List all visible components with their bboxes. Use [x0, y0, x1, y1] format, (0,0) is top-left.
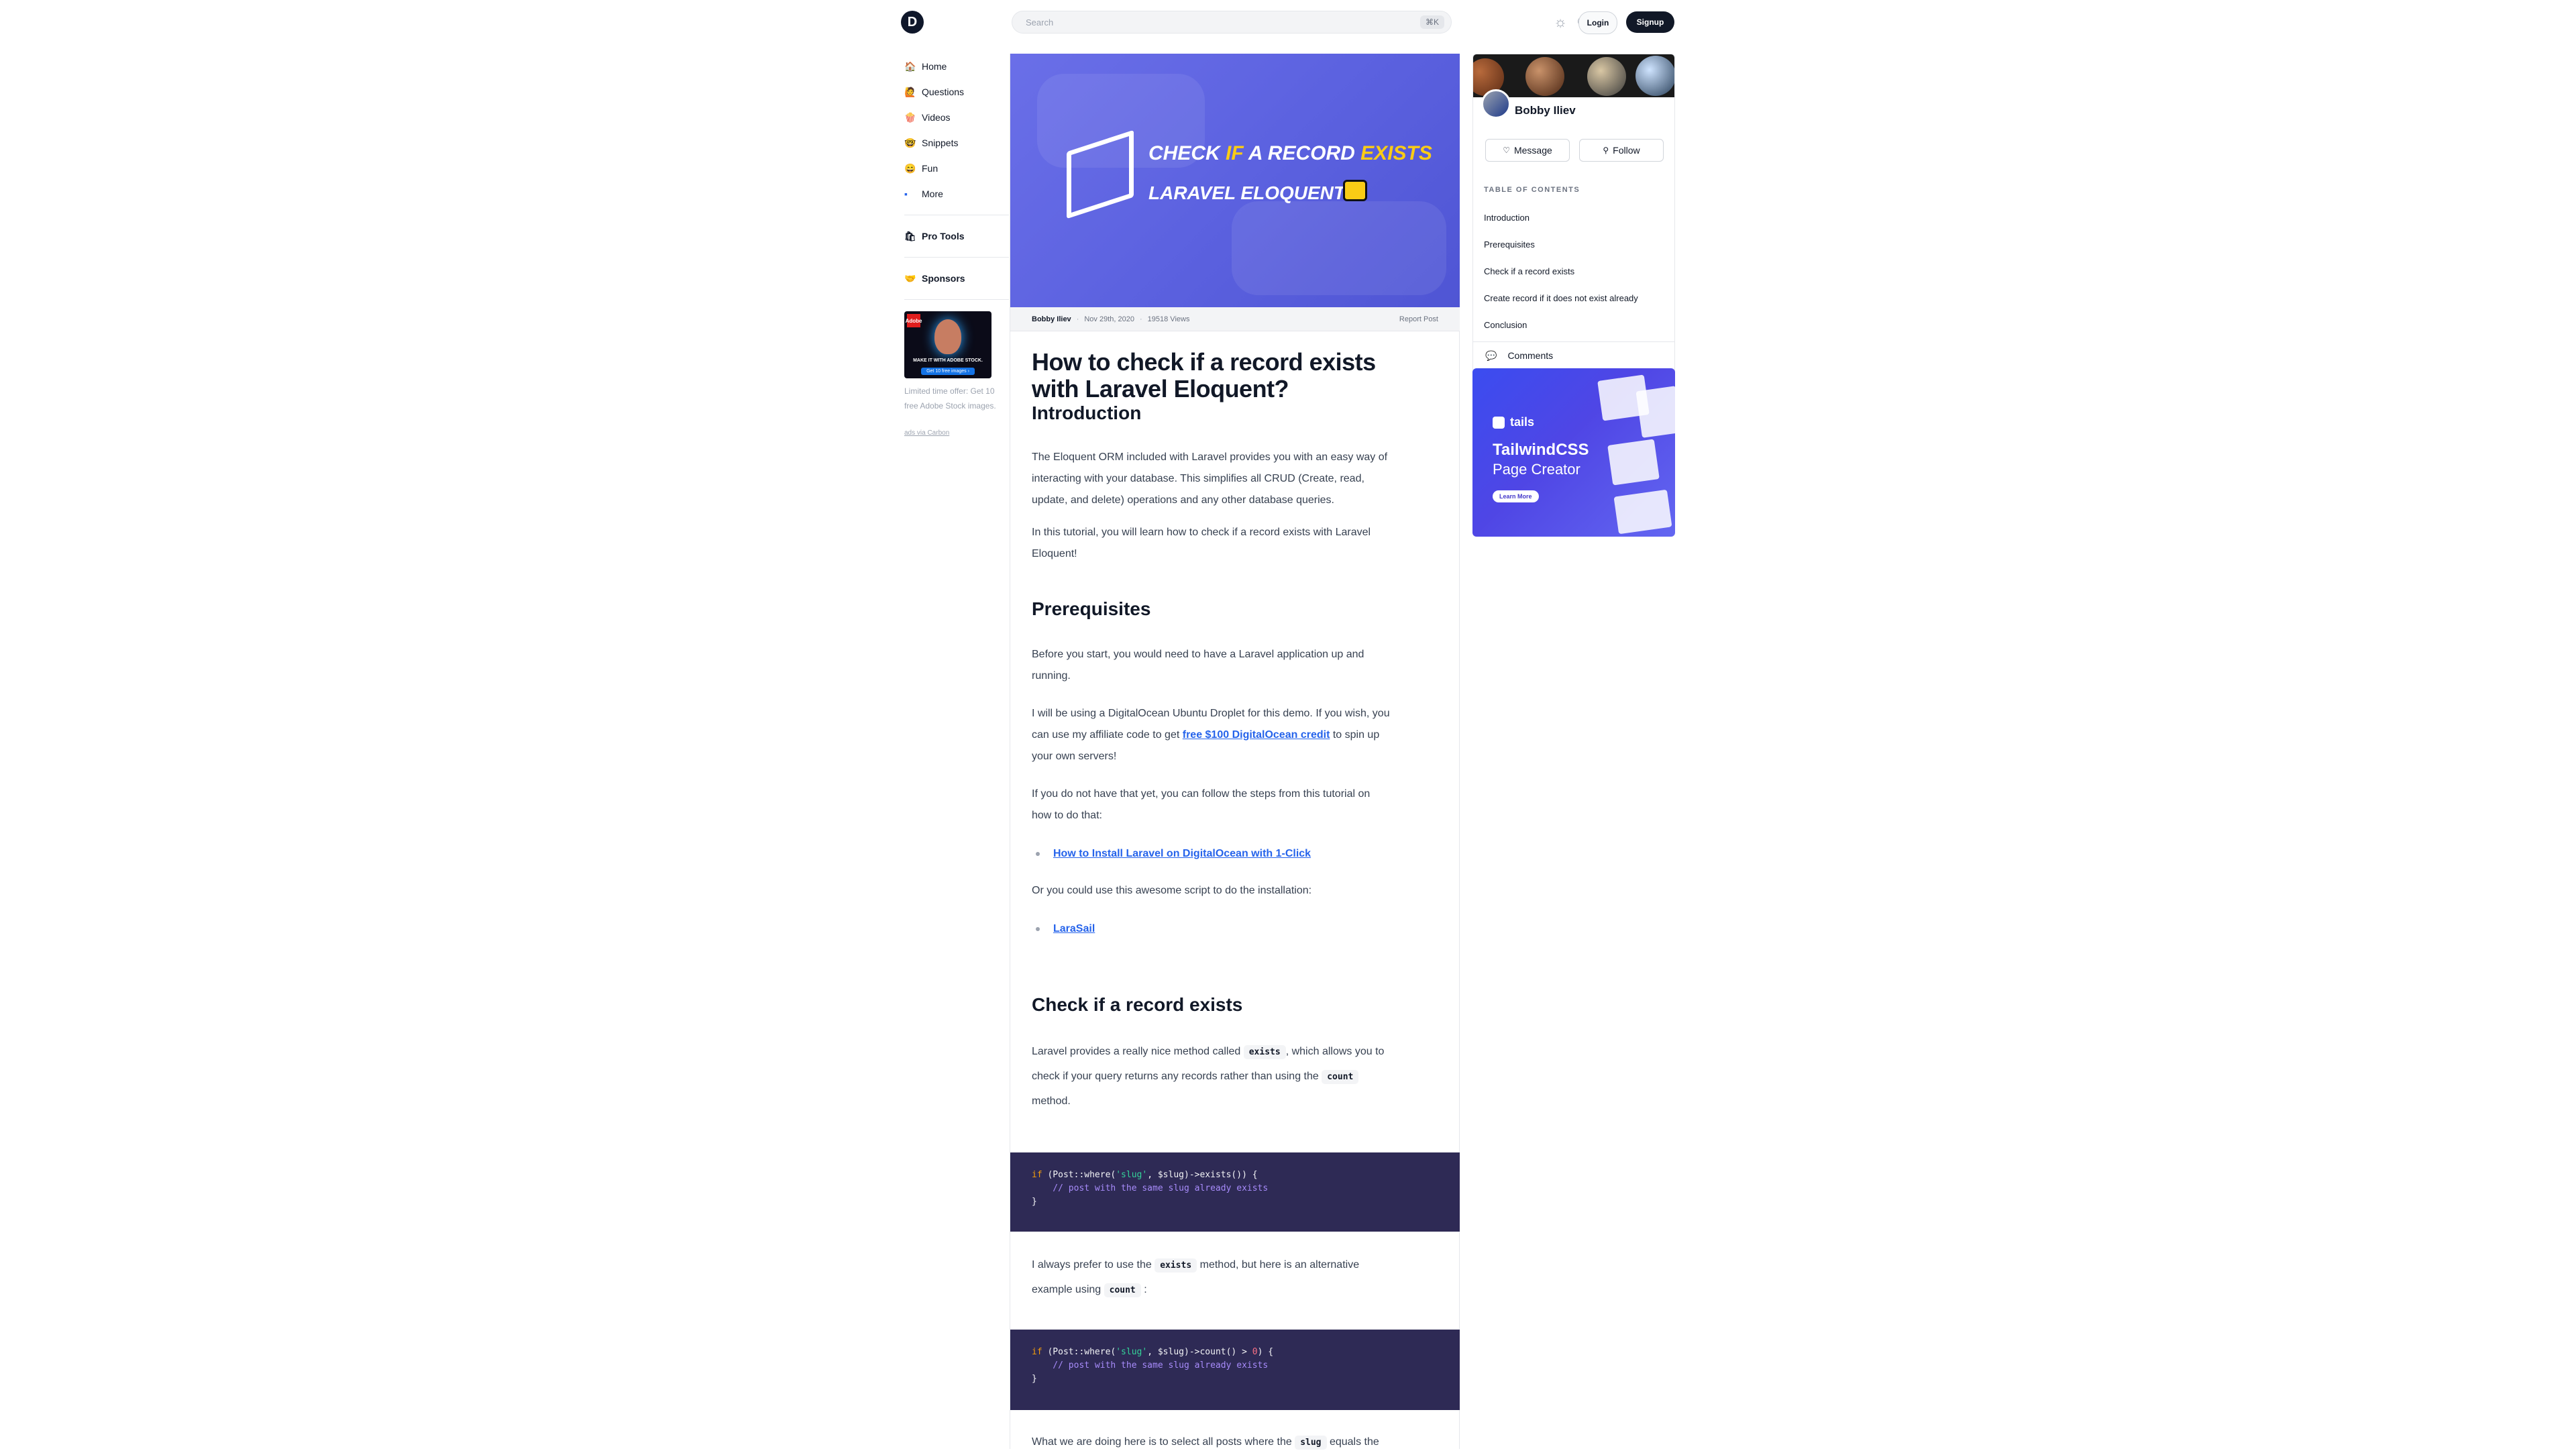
sidebar-item-snippets[interactable]: 🤓 Snippets [904, 130, 1012, 156]
more-icon: ▪ [904, 188, 908, 199]
sidebar-nav: 🏠 Home 🙋 Questions 🍿 Videos 🤓 Snippets 😄 Fun … [904, 54, 1012, 308]
ad-mockup [1635, 386, 1675, 438]
sidebar-item-label: Fun [922, 163, 938, 174]
digitalocean-credit-link[interactable]: free $100 DigitalOcean credit [1183, 729, 1330, 741]
larasail-link[interactable]: LaraSail [1053, 923, 1095, 934]
hero-banner: CHECK IF A RECORD EXISTS LARAVEL ELOQUEN… [1010, 54, 1460, 307]
list-item: How to Install Laravel on DigitalOcean w… [1036, 848, 1311, 860]
nerd-face-icon: 🤓 [904, 137, 916, 148]
install-laravel-link[interactable]: How to Install Laravel on DigitalOcean w… [1053, 848, 1311, 859]
home-icon: 🏠 [904, 60, 916, 72]
author-name[interactable]: Bobby Iliev [1515, 104, 1576, 117]
learn-more-button[interactable]: Learn More [1493, 490, 1539, 502]
smile-icon: 😄 [904, 162, 916, 174]
comments-link[interactable]: 💬 Comments [1473, 341, 1674, 369]
adobe-logo-icon: Adobe [906, 314, 922, 327]
author-link[interactable]: Bobby Iliev [1032, 315, 1071, 323]
toc-item[interactable]: Check if a record exists [1484, 266, 1574, 276]
heading-check-record: Check if a record exists [1032, 994, 1243, 1015]
sidebar-item-videos[interactable]: 🍿 Videos [904, 105, 1012, 130]
ad-mockup [1613, 489, 1672, 535]
page-title: How to check if a record exists with Lara… [1032, 348, 1376, 402]
post-meta: Bobby Iliev · Nov 29th, 2020 · 19518 Vie… [1010, 307, 1460, 331]
tails-ad-subtitle: Page Creator [1493, 461, 1580, 478]
heading-introduction: Introduction [1032, 402, 1142, 423]
article-body: How to check if a record exists with Lara… [1010, 348, 1460, 1450]
ad-cta: Get 10 free images › [921, 368, 975, 375]
paragraph: In this tutorial, you will learn how to … [1032, 527, 1371, 559]
toc-item[interactable]: Create record if it does not exist alrea… [1484, 293, 1638, 303]
heading-prerequisites: Prerequisites [1032, 598, 1151, 619]
toc-item[interactable]: Conclusion [1484, 320, 1527, 330]
code-block[interactable]: if (Post::where('slug', $slug)->exists()… [1010, 1152, 1460, 1232]
sidebar-item-questions[interactable]: 🙋 Questions [904, 79, 1012, 105]
sponsor-ad-image[interactable]: Adobe MAKE IT WITH ADOBE STOCK. Get 10 f… [904, 311, 991, 378]
sidebar-item-label: Pro Tools [922, 231, 965, 241]
sidebar-item-pro-tools[interactable]: 🛍 Pro Tools [904, 223, 1012, 249]
tails-ad-banner[interactable]: tails TailwindCSS Page Creator Learn Mor… [1472, 368, 1675, 537]
ad-mockup [1607, 439, 1660, 486]
toc-item[interactable]: Introduction [1484, 213, 1529, 223]
search-bar[interactable]: ⌘K [1012, 11, 1452, 34]
raised-hand-icon: 🙋 [904, 86, 916, 97]
comment-icon: 💬 [1485, 349, 1497, 361]
paragraph: What we are doing here is to select all … [1032, 1430, 1441, 1455]
popcorn-icon: 🍿 [904, 111, 916, 123]
toc-heading: TABLE OF CONTENTS [1484, 186, 1580, 194]
sidebar-item-label: Questions [922, 87, 965, 97]
login-button[interactable]: Login [1578, 11, 1617, 34]
shopping-bags-icon: 🛍 [904, 230, 916, 241]
sidebar-item-label: Home [922, 61, 947, 72]
add-user-icon: ⚲ [1603, 146, 1609, 155]
sidebar-divider [904, 257, 1009, 258]
list-item: LaraSail [1036, 923, 1095, 935]
article: CHECK IF A RECORD EXISTS LARAVEL ELOQUEN… [1010, 54, 1460, 1450]
paragraph: Before you start, you would need to have… [1032, 649, 1364, 682]
signup-button[interactable]: Signup [1626, 11, 1674, 33]
sponsor-ad-text[interactable]: Limited time offer: Get 10 free Adobe St… [904, 384, 1005, 413]
message-button[interactable]: ♡ Message [1485, 139, 1570, 162]
ad-portrait [934, 319, 961, 354]
avatar[interactable] [1481, 89, 1511, 119]
ads-via-link[interactable]: ads via Carbon [904, 429, 949, 437]
tails-ad-title: TailwindCSS [1493, 441, 1589, 459]
hero-title-line2: LARAVEL ELOQUENT [1148, 182, 1345, 203]
sidebar-item-label: Snippets [922, 138, 959, 148]
mascot-icon [1343, 180, 1367, 201]
toc-item[interactable]: Prerequisites [1484, 239, 1535, 250]
post-date: Nov 29th, 2020 [1084, 315, 1134, 323]
tails-logo: tails [1493, 415, 1534, 429]
code-block[interactable]: if (Post::where('slug', $slug)->count() … [1010, 1330, 1460, 1410]
sidebar-item-home[interactable]: 🏠 Home [904, 54, 1012, 79]
sidebar-item-label: Sponsors [922, 273, 965, 284]
paragraph: If you do not have that yet, you can fol… [1032, 788, 1371, 821]
post-views: 19518 Views [1147, 315, 1190, 323]
tails-logo-icon [1493, 417, 1505, 429]
paragraph: The Eloquent ORM included with Laravel p… [1032, 451, 1388, 506]
sidebar-item-more[interactable]: ▪ More [904, 181, 1012, 207]
sidebar-divider [904, 299, 1009, 300]
sidebar-item-fun[interactable]: 😄 Fun [904, 156, 1012, 181]
report-post-link[interactable]: Report Post [1399, 315, 1438, 323]
hero-title-line1: CHECK IF A RECORD EXISTS [1148, 142, 1432, 164]
hero-bg-shape [1232, 201, 1446, 295]
paragraph: I will be using a DigitalOcean Ubuntu Dr… [1032, 708, 1390, 762]
search-shortcut-hint: ⌘K [1419, 15, 1444, 29]
author-card: Bobby Iliev ♡ Message ⚲ Follow TABLE OF CO… [1472, 54, 1675, 402]
site-logo[interactable]: D [901, 11, 924, 34]
sidebar-item-label: Videos [922, 112, 951, 123]
handshake-icon: 🤝 [904, 272, 916, 284]
search-input[interactable] [1024, 16, 1420, 28]
ad-caption: MAKE IT WITH ADOBE STOCK. [913, 358, 983, 363]
paragraph: I always prefer to use the exists method… [1032, 1253, 1441, 1303]
follow-button[interactable]: ⚲ Follow [1579, 139, 1664, 162]
paragraph: Laravel provides a really nice method ca… [1032, 1045, 1385, 1107]
paragraph: Or you could use this awesome script to … [1032, 885, 1312, 896]
message-icon: ♡ [1503, 146, 1510, 155]
sidebar-item-sponsors[interactable]: 🤝 Sponsors [904, 266, 1012, 291]
sidebar-item-label: More [922, 188, 943, 199]
